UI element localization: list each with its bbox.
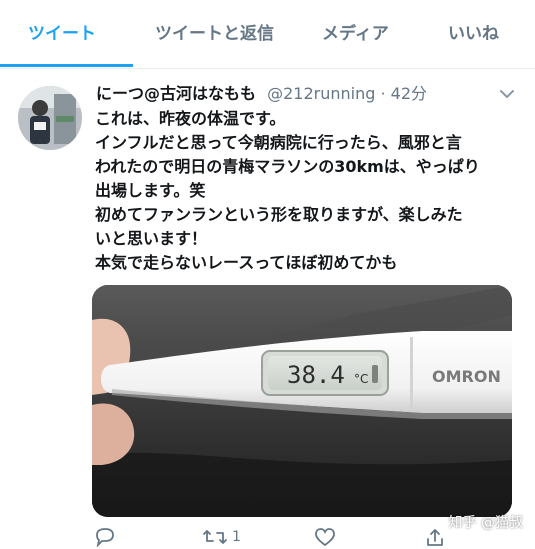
- tweet-line: 初めてファンランという形を取りますが、楽しみた: [95, 205, 463, 224]
- tab-media[interactable]: メディア: [322, 22, 389, 46]
- reply-button[interactable]: [94, 527, 116, 547]
- share-button[interactable]: [424, 527, 446, 547]
- tab-likes[interactable]: いいね: [448, 22, 499, 46]
- tab-tweets-and-replies[interactable]: ツイートと返信: [155, 22, 274, 46]
- tweet-line: 本気で走らないレースってほぼ初めてかも: [95, 253, 398, 272]
- tweet-line: 出場します。笑: [95, 181, 206, 200]
- chevron-down-icon[interactable]: [497, 84, 517, 104]
- tweet-header: にーつ@古河はなもも @212running · 42分: [96, 80, 525, 108]
- avatar-photo: [18, 86, 82, 150]
- tweet-line: これは、昨夜の体温です。: [95, 109, 286, 128]
- tweet-line: インフルだと思って今朝病院に行ったら、風邪と言: [95, 133, 462, 152]
- profile-tabs: ツイート ツイートと返信 メディア いいね: [0, 0, 535, 69]
- retweet-count: 1: [232, 529, 241, 545]
- reply-icon: [96, 528, 114, 547]
- active-tab-indicator: [0, 64, 133, 67]
- author-handle[interactable]: @212running: [267, 84, 375, 103]
- tweet-media-photo[interactable]: 38.4 °C OMRON: [92, 285, 512, 517]
- tweet-line: いと思います！: [95, 229, 208, 248]
- tweet-line: われたので明日の青梅マラソンの30kmは、やっぱり: [95, 157, 480, 176]
- retweet-button[interactable]: 1: [202, 527, 241, 547]
- share-icon: [427, 529, 443, 546]
- like-button[interactable]: [314, 527, 336, 547]
- avatar[interactable]: [18, 86, 82, 150]
- tab-tweets[interactable]: ツイート: [28, 22, 96, 46]
- lcd-unit: °C: [354, 372, 368, 386]
- separator-dot: ·: [380, 84, 386, 103]
- tweet-text: これは、昨夜の体温です。 インフルだと思って今朝病院に行ったら、風邪と言 われた…: [95, 107, 525, 275]
- tweet-time[interactable]: 42分: [391, 84, 427, 103]
- retweet-icon: [203, 530, 227, 544]
- heart-icon: [315, 528, 335, 547]
- author-name[interactable]: にーつ@古河はなもも: [96, 84, 256, 103]
- brand-logo: OMRON: [432, 367, 501, 386]
- watermark: 知乎 @猫叔: [448, 515, 523, 531]
- thermometer-photo: 38.4 °C OMRON: [92, 285, 512, 517]
- lcd-reading: 38.4: [287, 361, 345, 389]
